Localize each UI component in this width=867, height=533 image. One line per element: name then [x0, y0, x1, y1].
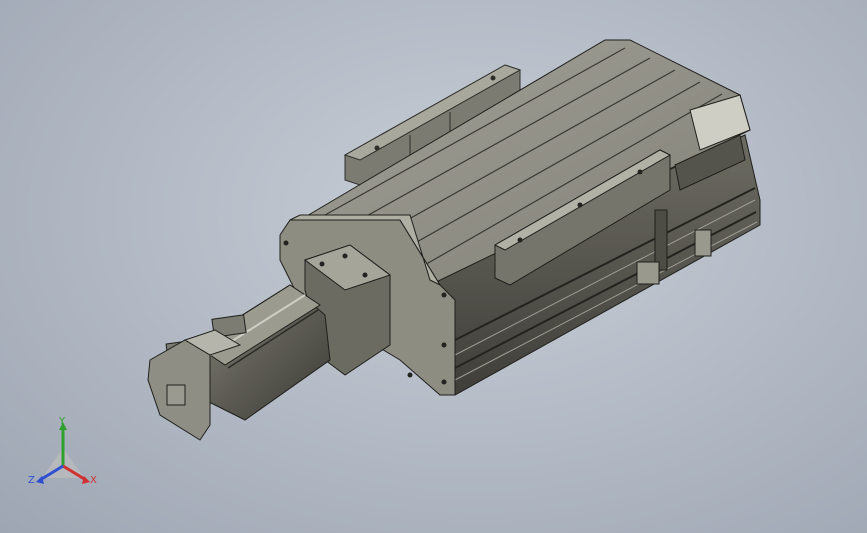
graphics-viewport[interactable]: Y X Z: [0, 0, 867, 533]
linear-module-model[interactable]: [0, 0, 867, 533]
z-axis-label: Z: [28, 475, 35, 486]
y-axis-label: Y: [59, 416, 66, 427]
x-axis-label: X: [90, 475, 97, 486]
axis-triad: Y X Z: [22, 416, 108, 494]
